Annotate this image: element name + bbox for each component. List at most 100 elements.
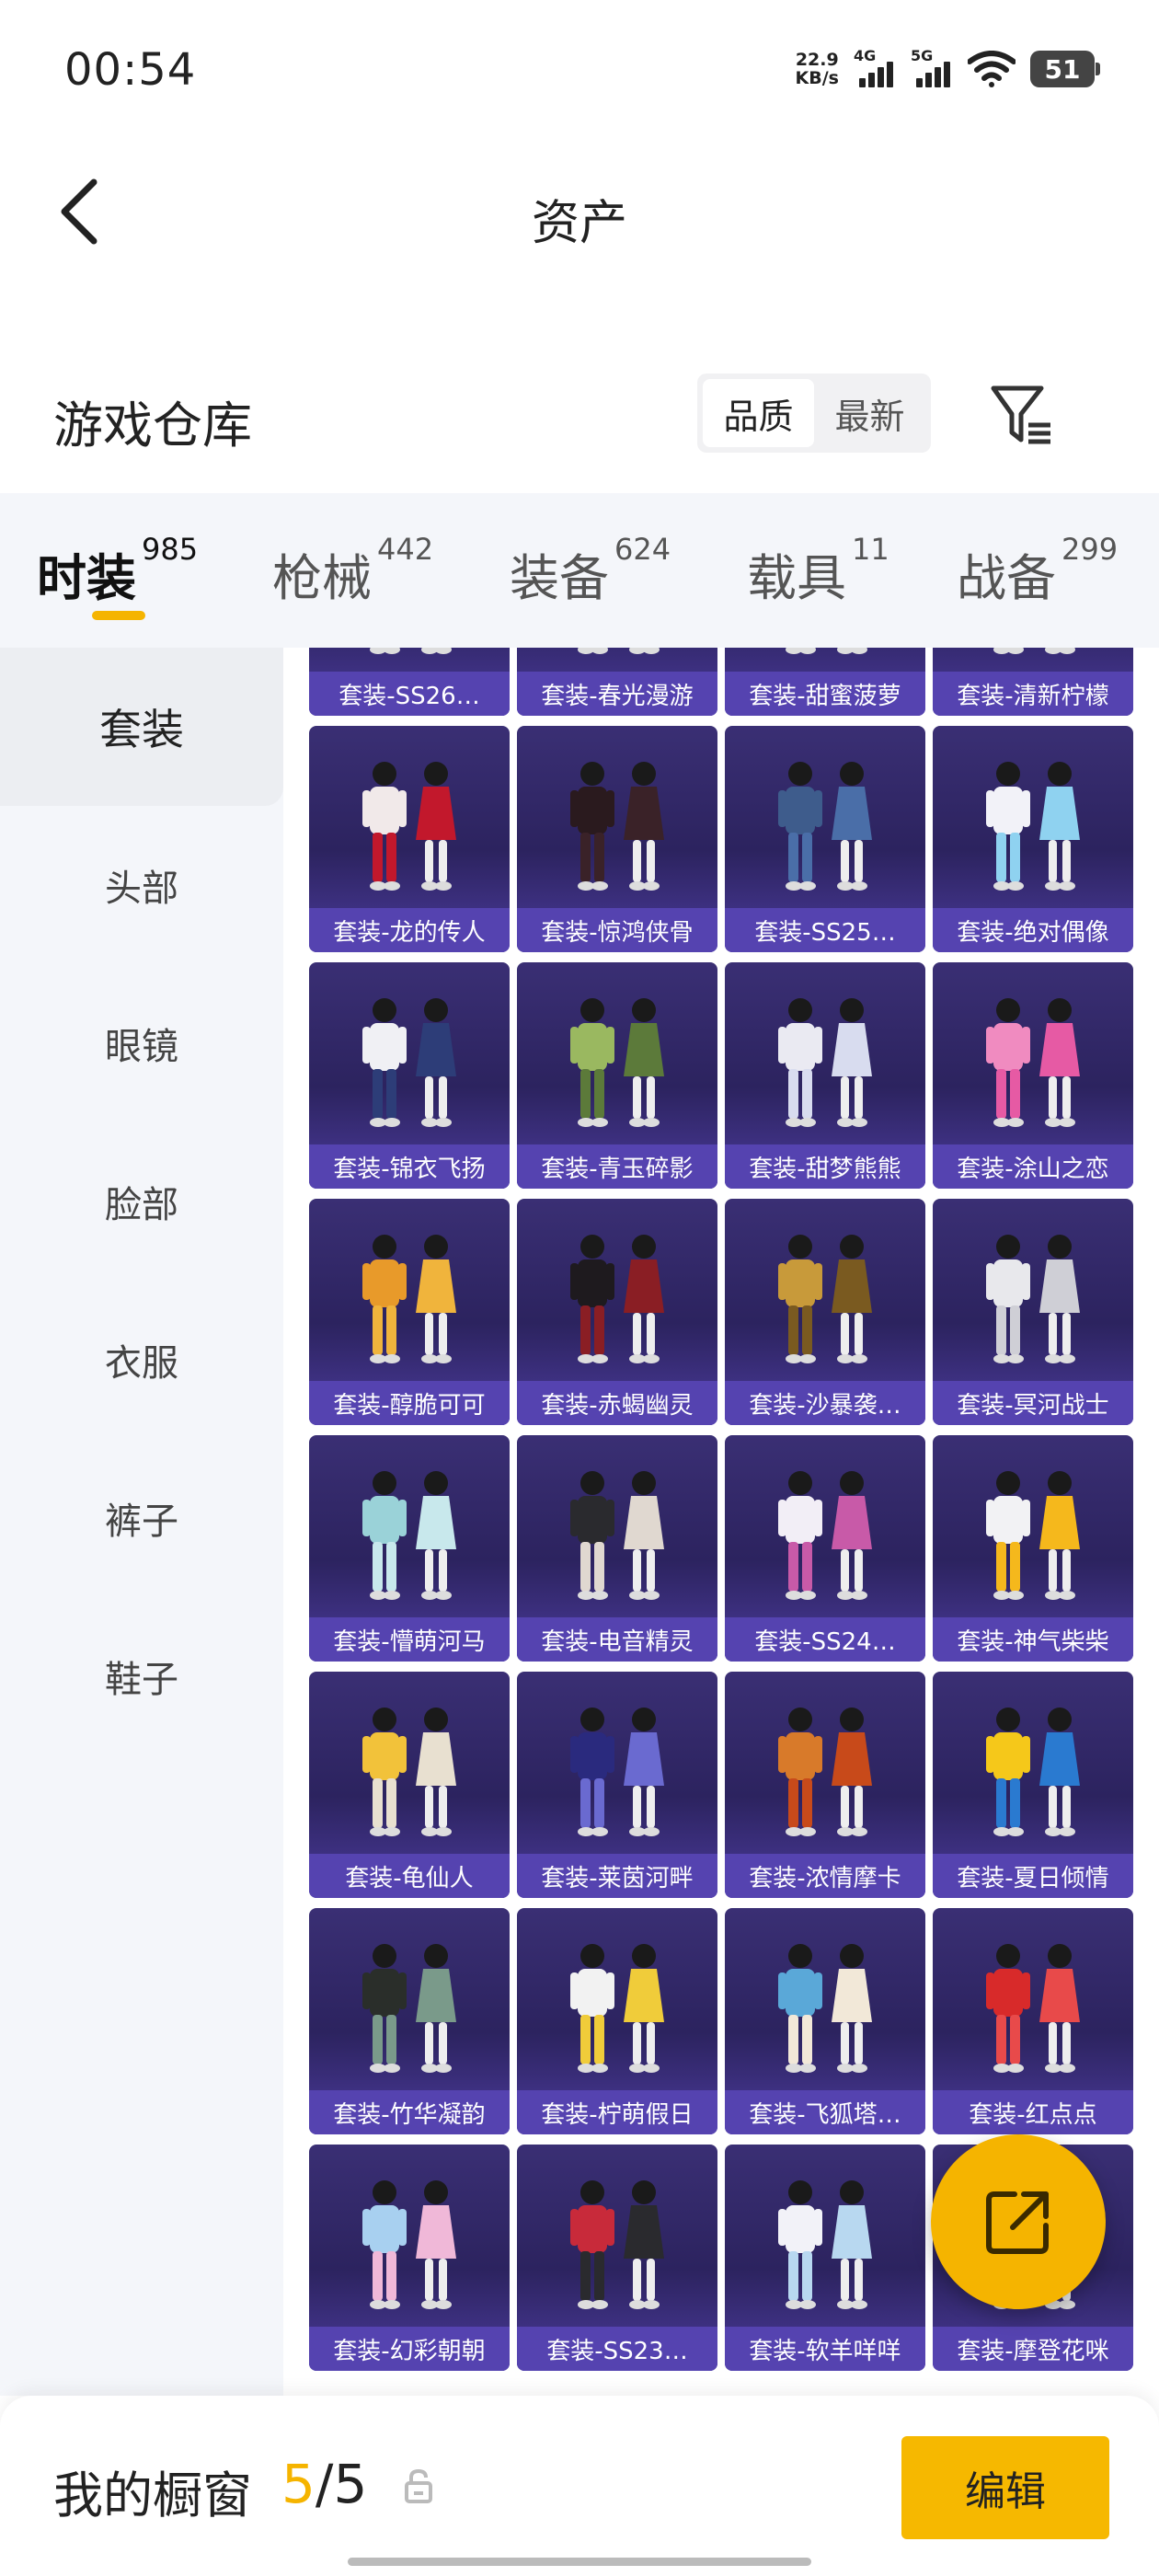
filter-button[interactable] bbox=[988, 381, 1056, 449]
outfit-name: 套装-沙暴袭… bbox=[725, 1381, 925, 1425]
outfit-thumbnail bbox=[570, 1708, 664, 1836]
outfit-card[interactable]: 套装-清新柠檬 bbox=[933, 648, 1133, 716]
outfit-thumbnail bbox=[778, 998, 872, 1127]
outfit-name: 套装-电音精灵 bbox=[517, 1617, 717, 1662]
outfit-name: 套装-软羊咩咩 bbox=[725, 2327, 925, 2371]
outfit-card[interactable]: 套装-竹华凝韵 bbox=[309, 1908, 510, 2134]
outfit-card[interactable]: 套装-电音精灵 bbox=[517, 1435, 717, 1662]
outfit-card[interactable]: 套装-赤蝎幽灵 bbox=[517, 1199, 717, 1425]
tab-count: 11 bbox=[852, 532, 889, 567]
outfit-name: 套装-SS25… bbox=[725, 908, 925, 952]
outfit-name: 套装-SS24… bbox=[725, 1617, 925, 1662]
sidebar-item-face[interactable]: 脸部 bbox=[0, 1122, 283, 1281]
showcase-current: 5 bbox=[281, 2453, 316, 2515]
outfit-name: 套装-幻彩朝朝 bbox=[309, 2327, 510, 2371]
outfit-thumbnail bbox=[570, 998, 664, 1127]
outfit-card[interactable]: 套装-醇脆可可 bbox=[309, 1199, 510, 1425]
sidebar-item-clothes[interactable]: 衣服 bbox=[0, 1281, 283, 1439]
outfit-thumbnail bbox=[986, 1944, 1080, 2073]
outfit-card[interactable]: 套装-春光漫游 bbox=[517, 648, 717, 716]
outfit-name: 套装-红点点 bbox=[933, 2090, 1133, 2134]
tab-label: 枪械 bbox=[272, 549, 372, 607]
sidebar-item-pants[interactable]: 裤子 bbox=[0, 1439, 283, 1597]
sort-option-latest[interactable]: 最新 bbox=[814, 379, 925, 447]
outfit-thumbnail bbox=[570, 2180, 664, 2309]
outfit-card[interactable]: 套装-龟仙人 bbox=[309, 1672, 510, 1898]
outfit-card[interactable]: 套装-SS26… bbox=[309, 648, 510, 716]
outfit-name: 套装-甜梦熊熊 bbox=[725, 1144, 925, 1189]
outfit-name: 套装-懵萌河马 bbox=[309, 1617, 510, 1662]
outfit-name: 套装-SS26… bbox=[309, 672, 510, 716]
tab-fashion[interactable]: 时装 985 bbox=[37, 532, 198, 610]
outfit-name: 套装-摩登花咪 bbox=[933, 2327, 1133, 2371]
home-indicator[interactable] bbox=[348, 2558, 811, 2566]
outfit-name: 套装-春光漫游 bbox=[517, 672, 717, 716]
outfit-card[interactable]: 套装-龙的传人 bbox=[309, 726, 510, 952]
category-tabs: 时装 985 枪械 442 装备 624 载具 11 战备 299 bbox=[0, 493, 1159, 648]
sidebar-item-glasses[interactable]: 眼镜 bbox=[0, 964, 283, 1122]
outfit-card[interactable]: 套装-莱茵河畔 bbox=[517, 1672, 717, 1898]
active-tab-indicator bbox=[92, 611, 145, 620]
signal-5g-label: 5G bbox=[911, 47, 934, 64]
tab-label: 载具 bbox=[747, 549, 846, 607]
clock: 00:54 bbox=[64, 44, 197, 96]
outfit-name: 套装-惊鸿侠骨 bbox=[517, 908, 717, 952]
showcase-count: 5/5 bbox=[281, 2453, 367, 2515]
outfit-thumbnail bbox=[570, 1944, 664, 2073]
share-button[interactable] bbox=[931, 2134, 1106, 2309]
signal-4g-icon: 4G bbox=[854, 47, 896, 89]
item-grid[interactable]: 套装-SS26… 套装-春光漫游 套装-甜蜜菠萝 套装-清新柠檬 套装-龙的传人… bbox=[305, 648, 1137, 2396]
outfit-name: 套装-锦衣飞扬 bbox=[309, 1144, 510, 1189]
tab-label: 装备 bbox=[510, 549, 609, 607]
outfit-thumbnail bbox=[986, 998, 1080, 1127]
outfit-card[interactable]: 套装-柠萌假日 bbox=[517, 1908, 717, 2134]
tab-equipment[interactable]: 装备 624 bbox=[510, 532, 671, 610]
outfit-thumbnail bbox=[362, 1235, 456, 1363]
outfit-card[interactable]: 套装-冥河战士 bbox=[933, 1199, 1133, 1425]
tab-vehicles[interactable]: 载具 11 bbox=[747, 532, 889, 610]
sidebar-item-suits[interactable]: 套装 bbox=[0, 648, 283, 806]
external-link-icon bbox=[986, 2191, 1049, 2254]
sidebar-item-head[interactable]: 头部 bbox=[0, 806, 283, 964]
outfit-thumbnail bbox=[362, 1708, 456, 1836]
outfit-thumbnail bbox=[778, 762, 872, 891]
outfit-card[interactable]: 套装-软羊咩咩 bbox=[725, 2145, 925, 2371]
outfit-card[interactable]: 套装-浓情摩卡 bbox=[725, 1672, 925, 1898]
outfit-thumbnail bbox=[986, 1708, 1080, 1836]
outfit-card[interactable]: 套装-SS24… bbox=[725, 1435, 925, 1662]
sidebar-item-shoes[interactable]: 鞋子 bbox=[0, 1597, 283, 1755]
outfit-name: 套装-浓情摩卡 bbox=[725, 1854, 925, 1898]
outfit-card[interactable]: 套装-青玉碎影 bbox=[517, 962, 717, 1189]
outfit-card[interactable]: 套装-绝对偶像 bbox=[933, 726, 1133, 952]
outfit-name: 套装-冥河战士 bbox=[933, 1381, 1133, 1425]
outfit-card[interactable]: 套装-锦衣飞扬 bbox=[309, 962, 510, 1189]
outfit-card[interactable]: 套装-红点点 bbox=[933, 1908, 1133, 2134]
outfit-thumbnail bbox=[570, 1235, 664, 1363]
outfit-card[interactable]: 套装-幻彩朝朝 bbox=[309, 2145, 510, 2371]
outfit-card[interactable]: 套装-SS25… bbox=[725, 726, 925, 952]
tab-battle-gear[interactable]: 战备 299 bbox=[957, 532, 1118, 610]
sort-option-quality[interactable]: 品质 bbox=[703, 379, 814, 447]
outfit-thumbnail bbox=[778, 1708, 872, 1836]
outfit-thumbnail bbox=[362, 998, 456, 1127]
outfit-thumbnail bbox=[778, 1471, 872, 1600]
edit-button[interactable]: 编辑 bbox=[901, 2436, 1109, 2539]
outfit-thumbnail bbox=[362, 1944, 456, 2073]
outfit-card[interactable]: 套装-飞狐塔… bbox=[725, 1908, 925, 2134]
outfit-card[interactable]: 套装-神气柴柴 bbox=[933, 1435, 1133, 1662]
outfit-card[interactable]: 套装-甜梦熊熊 bbox=[725, 962, 925, 1189]
showcase-total: 5 bbox=[333, 2453, 368, 2515]
outfit-card[interactable]: 套装-惊鸿侠骨 bbox=[517, 726, 717, 952]
battery-level: 51 bbox=[1044, 53, 1081, 85]
outfit-card[interactable]: 套装-夏日倾情 bbox=[933, 1672, 1133, 1898]
outfit-name: 套装-涂山之恋 bbox=[933, 1144, 1133, 1189]
status-bar: 00:54 22.9 KB/s 4G 5G 51 bbox=[0, 0, 1159, 138]
tab-guns[interactable]: 枪械 442 bbox=[272, 532, 433, 610]
outfit-card[interactable]: 套装-懵萌河马 bbox=[309, 1435, 510, 1662]
outfit-card[interactable]: 套装-甜蜜菠萝 bbox=[725, 648, 925, 716]
outfit-card[interactable]: 套装-沙暴袭… bbox=[725, 1199, 925, 1425]
outfit-card[interactable]: 套装-涂山之恋 bbox=[933, 962, 1133, 1189]
outfit-thumbnail bbox=[986, 762, 1080, 891]
tab-label: 战备 bbox=[957, 549, 1056, 607]
outfit-card[interactable]: 套装-SS23… bbox=[517, 2145, 717, 2371]
